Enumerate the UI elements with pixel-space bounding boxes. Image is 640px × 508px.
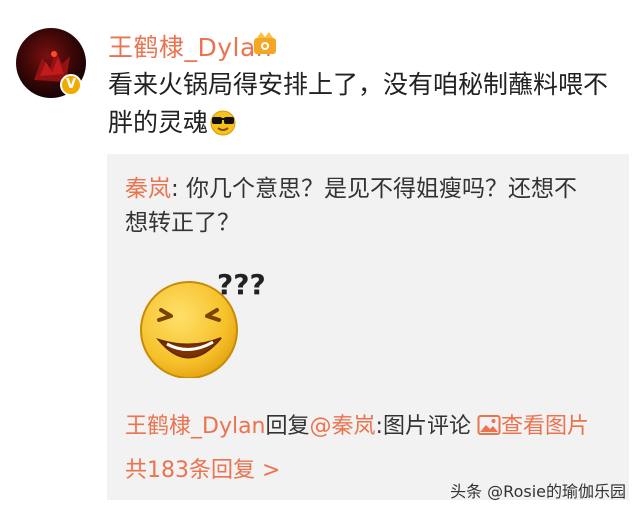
reply-box: 秦岚: 你几个意思？是见不得姐瘦吗？还想不想转正了？ ??? 王鹤棣_Dylan… xyxy=(107,154,629,500)
sub-reply-suffix: :图片评论 xyxy=(375,414,471,439)
sub-reply-verb: 回复 xyxy=(265,414,310,439)
reply-author[interactable]: 秦岚 xyxy=(125,176,171,202)
cool-sunglasses-emoji-icon xyxy=(210,110,236,136)
comment-body: 看来火锅局得安排上了，没有咱秘制蘸料喂不胖的灵魂 xyxy=(108,66,628,142)
verified-badge-icon: V xyxy=(60,74,82,96)
reply-separator: : xyxy=(171,176,179,202)
mention-link[interactable]: @秦岚 xyxy=(310,414,376,439)
sub-reply: 王鹤棣_Dylan回复@秦岚:图片评论 查看图片 xyxy=(125,408,589,440)
sub-reply-author[interactable]: 王鹤棣_Dylan xyxy=(125,414,266,439)
watermark: 头条 @Rosie的瑜伽乐园 xyxy=(450,482,626,501)
image-icon[interactable] xyxy=(477,414,501,436)
total-replies-link[interactable]: 共183条回复 > xyxy=(125,452,280,484)
quoted-reply: 秦岚: 你几个意思？是见不得姐瘦吗？还想不想转正了？ xyxy=(125,172,595,240)
username[interactable]: 王鹤棣_Dylan xyxy=(108,28,272,64)
grinning-question-emoji-icon[interactable]: ??? xyxy=(131,258,271,378)
level-badge-icon xyxy=(254,32,276,54)
svg-text:???: ??? xyxy=(217,268,266,301)
reply-text: 你几个意思？是见不得姐瘦吗？还想不想转正了？ xyxy=(125,176,578,236)
comment-card: V 王鹤棣_Dylan 看来火锅局得安排上了，没有咱秘制蘸料喂不胖的灵魂 秦岚:… xyxy=(0,0,640,508)
comment-text: 看来火锅局得安排上了，没有咱秘制蘸料喂不胖的灵魂 xyxy=(108,70,609,137)
view-image-link[interactable]: 查看图片 xyxy=(501,414,589,439)
